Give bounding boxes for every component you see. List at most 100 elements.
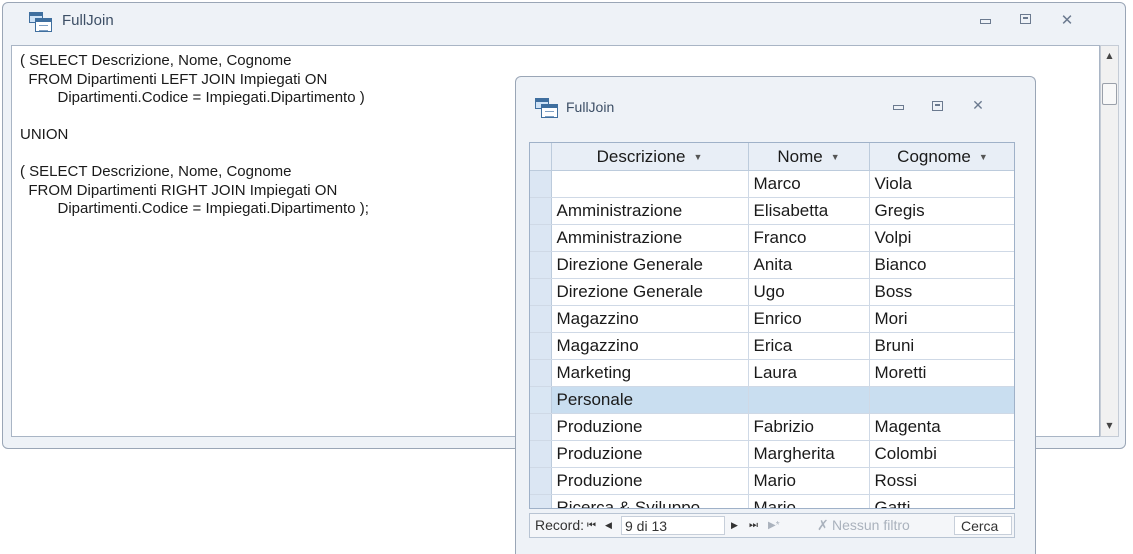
cell-cognome[interactable]: Bianco [869,251,1014,279]
vertical-scrollbar[interactable]: ▲ ▼ [1100,45,1119,437]
cell-nome[interactable]: Franco [748,224,870,252]
row-selector[interactable] [530,359,552,387]
cell-nome[interactable]: Mario [748,494,870,508]
cell-descrizione[interactable]: Personale [551,386,749,414]
table-row[interactable]: Direzione Generale Ugo Boss [530,278,1014,306]
cell-descrizione[interactable]: Direzione Generale [551,251,749,279]
cell-nome[interactable] [748,386,870,414]
result-close-button[interactable]: ✕ [968,96,988,116]
cell-cognome[interactable]: Viola [869,170,1014,198]
cell-descrizione[interactable]: Direzione Generale [551,278,749,306]
cell-nome[interactable]: Laura [748,359,870,387]
result-maximize-button[interactable] [929,101,945,113]
row-selector[interactable] [530,197,552,225]
row-selector[interactable] [530,413,552,441]
cell-nome[interactable]: Erica [748,332,870,360]
cell-nome[interactable]: Margherita [748,440,870,468]
cell-cognome[interactable]: Magenta [869,413,1014,441]
minimize-button[interactable] [977,19,993,33]
sql-query-text[interactable]: ( SELECT Descrizione, Nome, Cognome FROM… [12,46,377,225]
cell-cognome[interactable]: Colombi [869,440,1014,468]
table-row[interactable]: Marco Viola [530,170,1014,198]
row-selector[interactable] [530,170,552,198]
row-selector[interactable] [530,332,552,360]
sql-window-titlebar[interactable]: FullJoin ✕ [3,3,1125,41]
row-selector[interactable] [530,224,552,252]
scroll-thumb[interactable] [1102,83,1117,105]
row-selector[interactable] [530,251,552,279]
table-row[interactable]: Amministrazione Elisabetta Gregis [530,197,1014,225]
last-record-icon[interactable]: ⏭ [749,514,758,537]
row-selector[interactable] [530,494,552,508]
table-row[interactable]: Magazzino Erica Bruni [530,332,1014,360]
previous-record-icon[interactable]: ◀ [605,514,612,537]
cell-descrizione[interactable]: Magazzino [551,305,749,333]
cell-cognome[interactable] [869,386,1014,414]
maximize-icon [1019,14,1031,24]
new-record-icon[interactable]: ▶* [768,514,780,537]
cell-descrizione[interactable]: Amministrazione [551,224,749,252]
cell-cognome[interactable]: Gatti [869,494,1014,508]
cell-cognome[interactable]: Volpi [869,224,1014,252]
dropdown-arrow-icon[interactable]: ▼ [831,152,840,162]
column-header-cognome[interactable]: Cognome ▼ [869,143,1014,171]
cell-cognome[interactable]: Mori [869,305,1014,333]
column-header-nome[interactable]: Nome ▼ [748,143,870,171]
cell-descrizione[interactable]: Produzione [551,413,749,441]
dropdown-arrow-icon[interactable]: ▼ [979,152,988,162]
table-row[interactable]: Produzione Mario Rossi [530,467,1014,495]
cell-nome[interactable]: Marco [748,170,870,198]
cell-cognome[interactable]: Gregis [869,197,1014,225]
result-minimize-button[interactable] [890,105,906,117]
datasheet-grid: Descrizione ▼ Nome ▼ Cognome ▼ Marco Viola Am… [529,142,1015,509]
current-record-field[interactable]: 9 di 13 [621,516,725,535]
table-row[interactable]: Amministrazione Franco Volpi [530,224,1014,252]
cell-nome[interactable]: Ugo [748,278,870,306]
row-selector[interactable] [530,467,552,495]
row-selector[interactable] [530,278,552,306]
cell-descrizione[interactable]: Marketing [551,359,749,387]
table-row[interactable]: Magazzino Enrico Mori [530,305,1014,333]
scroll-up-icon[interactable]: ▲ [1101,48,1118,64]
dropdown-arrow-icon[interactable]: ▼ [693,152,702,162]
row-selector[interactable] [530,386,552,414]
table-row[interactable]: Ricerca & Sviluppo Mario Gatti [530,494,1014,508]
cell-cognome[interactable]: Bruni [869,332,1014,360]
next-record-icon[interactable]: ▶ [731,514,738,537]
cell-descrizione[interactable] [551,170,749,198]
cell-descrizione[interactable]: Ricerca & Sviluppo [551,494,749,508]
column-label: Descrizione [596,146,686,166]
cell-nome[interactable]: Mario [748,467,870,495]
search-input[interactable]: Cerca [954,516,1012,535]
scroll-down-icon[interactable]: ▼ [1101,418,1118,434]
cell-descrizione[interactable]: Amministrazione [551,197,749,225]
select-all-corner[interactable] [530,143,552,171]
cell-nome[interactable]: Enrico [748,305,870,333]
result-window-titlebar[interactable]: FullJoin ✕ [516,77,1035,118]
result-window: FullJoin ✕ Descrizione ▼ Nome ▼ Cognome ▼ M… [515,76,1036,554]
table-row[interactable]: Marketing Laura Moretti [530,359,1014,387]
filter-icon: ✗ [817,517,829,533]
column-header-descrizione[interactable]: Descrizione ▼ [551,143,749,171]
cell-nome[interactable]: Anita [748,251,870,279]
table-row[interactable]: Produzione Fabrizio Magenta [530,413,1014,441]
close-icon: ✕ [972,98,984,114]
cell-cognome[interactable]: Boss [869,278,1014,306]
cell-cognome[interactable]: Rossi [869,467,1014,495]
first-record-icon[interactable]: ⏮ [587,514,596,537]
table-row[interactable]: Produzione Margherita Colombi [530,440,1014,468]
filter-status[interactable]: Nessun filtro [832,514,910,537]
cell-descrizione[interactable]: Produzione [551,440,749,468]
cell-nome[interactable]: Elisabetta [748,197,870,225]
close-button[interactable]: ✕ [1057,10,1077,30]
row-selector[interactable] [530,305,552,333]
cell-descrizione[interactable]: Magazzino [551,332,749,360]
table-row[interactable]: Personale [530,386,1014,414]
cell-cognome[interactable]: Moretti [869,359,1014,387]
maximize-button[interactable] [1017,14,1033,28]
row-selector[interactable] [530,440,552,468]
table-row[interactable]: Direzione Generale Anita Bianco [530,251,1014,279]
query-window-icon [29,12,53,34]
cell-descrizione[interactable]: Produzione [551,467,749,495]
cell-nome[interactable]: Fabrizio [748,413,870,441]
